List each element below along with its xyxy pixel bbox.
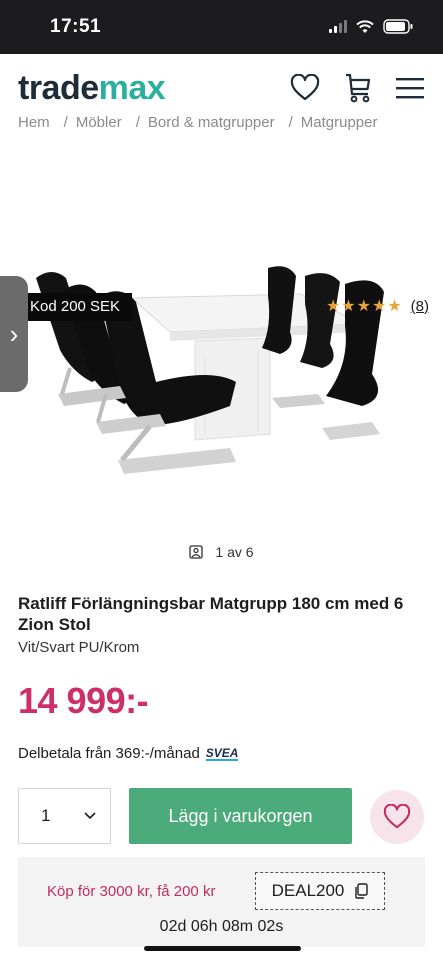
menu-button[interactable]	[394, 72, 426, 104]
svea-logo[interactable]: SVEA	[205, 747, 239, 761]
breadcrumb: Hem / Möbler / Bord & matgrupper / Matgrupper	[18, 114, 428, 134]
wifi-icon	[356, 19, 374, 33]
quantity-select[interactable]: 1	[18, 788, 111, 844]
product-variant: Vit/Svart PU/Krom	[18, 639, 140, 656]
promo-banner: Köp för 3000 kr, få 200 kr DEAL200 02d 0…	[18, 857, 425, 947]
heart-icon	[290, 74, 320, 101]
quantity-value: 1	[41, 806, 51, 825]
cart-header-button[interactable]	[342, 72, 374, 104]
cellular-signal-icon	[329, 20, 347, 33]
home-indicator	[144, 946, 301, 951]
status-time: 17:51	[50, 16, 102, 37]
star-rating-icon: ★★★★★	[325, 298, 403, 315]
previous-image-button[interactable]: ›	[0, 276, 28, 392]
logo-text-max: max	[98, 69, 166, 107]
review-count-link[interactable]: (8)	[411, 298, 429, 315]
installment-info: Delbetala från 369:-/månad SVEA	[18, 745, 239, 762]
breadcrumb-separator: /	[63, 114, 68, 131]
promo-countdown: 02d 06h 08m 02s	[159, 918, 284, 935]
heart-icon	[383, 804, 411, 829]
promo-code-badge: Kod 200 SEK	[28, 293, 133, 321]
trademax-logo[interactable]: trademax	[18, 68, 166, 108]
promo-code-copy[interactable]: DEAL200	[255, 872, 385, 910]
wishlist-header-button[interactable]	[289, 72, 321, 104]
breadcrumb-furniture[interactable]: Möbler	[76, 114, 122, 131]
image-counter: 1 av 6	[0, 544, 443, 560]
breadcrumb-dining-sets[interactable]: Matgrupper	[301, 114, 378, 131]
installment-text: Delbetala från 369:-/månad	[18, 745, 200, 762]
image-counter-text: 1 av 6	[215, 544, 254, 560]
site-header: trademax	[0, 54, 443, 118]
promo-code: DEAL200	[271, 881, 345, 900]
chevron-down-icon	[84, 812, 96, 820]
status-bar: 17:51	[0, 0, 443, 54]
battery-icon	[383, 19, 413, 34]
image-icon	[189, 545, 204, 559]
breadcrumb-tables[interactable]: Bord & matgrupper	[148, 114, 275, 131]
logo-text-trade: trade	[18, 69, 99, 107]
add-to-cart-button[interactable]: Lägg i varukorgen	[129, 788, 352, 844]
breadcrumb-separator: /	[135, 114, 140, 131]
status-icons	[329, 19, 413, 34]
breadcrumb-home[interactable]: Hem	[18, 114, 50, 131]
product-gallery[interactable]: › Kod 200 SEK ★★★★★ (8)	[0, 136, 443, 576]
promo-text: Köp för 3000 kr, få 200 kr	[47, 883, 216, 900]
product-rating[interactable]: ★★★★★ (8)	[326, 296, 429, 316]
copy-icon	[355, 883, 369, 899]
breadcrumb-separator: /	[288, 114, 293, 131]
product-title: Ratliff Förlängningsbar Matgrupp 180 cm …	[18, 594, 404, 634]
cart-icon	[346, 73, 371, 103]
add-to-wishlist-button[interactable]	[370, 790, 424, 844]
product-price: 14 999:-	[18, 680, 149, 721]
chevron-right-icon: ›	[9, 318, 19, 349]
menu-icon	[396, 78, 424, 99]
product-image	[36, 266, 384, 474]
